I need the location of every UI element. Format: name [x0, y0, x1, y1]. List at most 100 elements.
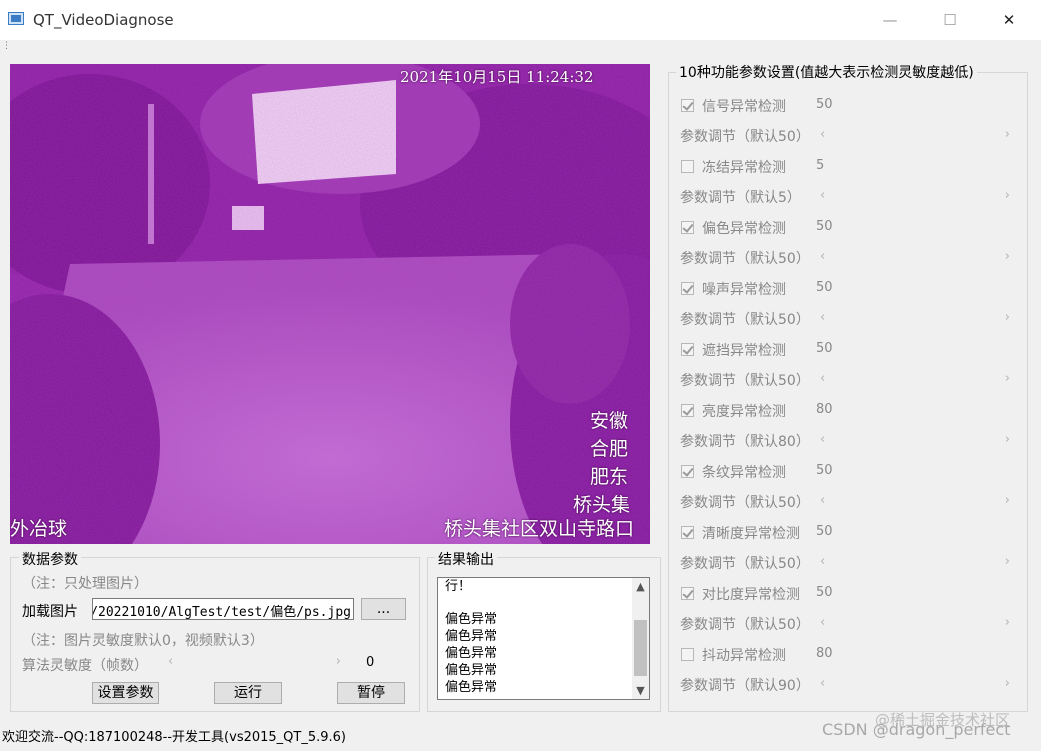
- app-icon: [8, 12, 24, 25]
- param-adjust-label: 参数调节（默认90）: [680, 678, 810, 694]
- setting-checkbox[interactable]: [681, 343, 694, 356]
- param-slider[interactable]: ‹ ›: [820, 675, 1012, 693]
- setting-label: 噪声异常检测: [702, 282, 786, 298]
- run-button[interactable]: 运行: [214, 682, 282, 704]
- slider-left-arrow-icon[interactable]: ‹: [820, 187, 825, 205]
- setting-checkbox[interactable]: [681, 282, 694, 295]
- param-adjust-label: 参数调节（默认50）: [680, 495, 810, 511]
- slider-left-arrow-icon[interactable]: ‹: [820, 309, 825, 327]
- slider-right-arrow-icon[interactable]: ›: [1005, 675, 1010, 693]
- slider-right-arrow-icon[interactable]: ›: [1005, 187, 1010, 205]
- scroll-thumb[interactable]: [634, 620, 647, 676]
- slider-right-arrow-icon[interactable]: ›: [1005, 614, 1010, 632]
- result-line: 偏色异常: [445, 680, 498, 695]
- settings-title: 10种功能参数设置(值越大表示检测灵敏度越低): [676, 62, 977, 82]
- scroll-down-icon[interactable]: ▼: [632, 682, 649, 699]
- image-path-input[interactable]: D:/work/20221010/AlgTest/test/偏色/ps.jpg: [92, 598, 354, 620]
- watermark-secondary: @稀土掘金技术社区: [875, 711, 1011, 729]
- slider-left-arrow-icon[interactable]: ‹: [820, 675, 825, 693]
- param-slider[interactable]: ‹ ›: [820, 370, 1012, 388]
- results-output[interactable]: 行！ 偏色异常 偏色异常 偏色异常 偏色异常 偏色异常 ▲ ▼: [437, 577, 650, 700]
- result-line: 偏色异常: [445, 646, 498, 661]
- setting-checkbox[interactable]: [681, 99, 694, 112]
- param-slider[interactable]: ‹ ›: [820, 248, 1012, 266]
- setting-value: 50: [816, 280, 833, 295]
- param-slider[interactable]: ‹ ›: [820, 431, 1012, 449]
- setting-label: 亮度异常检测: [702, 404, 786, 420]
- maximize-button[interactable]: ☐: [927, 6, 973, 34]
- slider-right-arrow-icon[interactable]: ›: [1005, 126, 1010, 144]
- slider-right-arrow-icon[interactable]: ›: [1005, 370, 1010, 388]
- setting-label: 对比度异常检测: [702, 587, 800, 603]
- param-adjust-label: 参数调节（默认50）: [680, 129, 810, 145]
- param-adjust-label: 参数调节（默认50）: [680, 312, 810, 328]
- slider-left-arrow-icon[interactable]: ‹: [820, 126, 825, 144]
- set-params-button[interactable]: 设置参数: [92, 682, 159, 704]
- pause-button[interactable]: 暂停: [337, 682, 405, 704]
- slider-left-arrow-icon[interactable]: ‹: [168, 653, 173, 671]
- setting-checkbox[interactable]: [681, 648, 694, 661]
- note-image-only: （注：只处理图片）: [22, 576, 148, 592]
- slider-right-arrow-icon[interactable]: ›: [1005, 553, 1010, 571]
- note-sensitivity: （注：图片灵敏度默认0，视频默认3）: [22, 633, 264, 649]
- slider-left-arrow-icon[interactable]: ‹: [820, 553, 825, 571]
- results-scrollbar[interactable]: ▲ ▼: [632, 578, 649, 699]
- setting-checkbox[interactable]: [681, 221, 694, 234]
- setting-label: 清晰度异常检测: [702, 526, 800, 542]
- scroll-up-icon[interactable]: ▲: [632, 578, 649, 595]
- slider-left-arrow-icon[interactable]: ‹: [820, 370, 825, 388]
- param-slider[interactable]: ‹ ›: [820, 553, 1012, 571]
- video-frame-image: [10, 64, 650, 544]
- setting-value: 50: [816, 463, 833, 478]
- setting-checkbox[interactable]: [681, 587, 694, 600]
- video-timestamp: 2021年10月15日 11:24:32: [400, 68, 594, 86]
- slider-left-arrow-icon[interactable]: ‹: [820, 614, 825, 632]
- result-line: 行！: [445, 579, 472, 594]
- setting-checkbox[interactable]: [681, 526, 694, 539]
- slider-right-arrow-icon[interactable]: ›: [1005, 492, 1010, 510]
- sensitivity-slider[interactable]: ‹ ›: [168, 653, 343, 671]
- video-display: 2021年10月15日 11:24:32 安徽 合肥 肥东 桥头集 外冶球 桥头…: [10, 64, 650, 544]
- param-adjust-label: 参数调节（默认50）: [680, 251, 810, 267]
- param-adjust-label: 参数调节（默认5）: [680, 190, 801, 206]
- param-slider[interactable]: ‹ ›: [820, 187, 1012, 205]
- data-params-title: 数据参数: [19, 549, 81, 569]
- load-image-label: 加载图片: [22, 604, 78, 620]
- window-title: QT_VideoDiagnose: [33, 11, 174, 29]
- slider-left-arrow-icon[interactable]: ‹: [820, 431, 825, 449]
- setting-label: 偏色异常检测: [702, 221, 786, 237]
- slider-left-arrow-icon[interactable]: ‹: [820, 248, 825, 266]
- toolbar-grip-icon[interactable]: ⋮: [2, 41, 11, 51]
- slider-right-arrow-icon[interactable]: ›: [1005, 309, 1010, 327]
- setting-label: 信号异常检测: [702, 99, 786, 115]
- browse-button[interactable]: ...: [361, 598, 406, 620]
- param-adjust-label: 参数调节（默认50）: [680, 556, 810, 572]
- setting-checkbox[interactable]: [681, 160, 694, 173]
- setting-checkbox[interactable]: [681, 404, 694, 417]
- param-slider[interactable]: ‹ ›: [820, 492, 1012, 510]
- param-slider[interactable]: ‹ ›: [820, 614, 1012, 632]
- setting-label: 冻结异常检测: [702, 160, 786, 176]
- minimize-button[interactable]: —: [867, 6, 913, 34]
- osd-region-line-1: 安徽: [590, 410, 629, 432]
- result-line: 偏色异常: [445, 612, 498, 627]
- slider-left-arrow-icon[interactable]: ‹: [820, 492, 825, 510]
- param-slider[interactable]: ‹ ›: [820, 126, 1012, 144]
- slider-right-arrow-icon[interactable]: ›: [336, 653, 341, 671]
- osd-region-line-4: 桥头集: [573, 494, 631, 516]
- param-adjust-label: 参数调节（默认80）: [680, 434, 810, 450]
- setting-value: 50: [816, 585, 833, 600]
- status-bar: 欢迎交流--QQ:187100248--开发工具(vs2015_QT_5.9.6…: [2, 730, 346, 745]
- setting-value: 80: [816, 402, 833, 417]
- slider-right-arrow-icon[interactable]: ›: [1005, 431, 1010, 449]
- slider-right-arrow-icon[interactable]: ›: [1005, 248, 1010, 266]
- osd-bottom-left: 外冶球: [10, 518, 68, 540]
- setting-value: 50: [816, 524, 833, 539]
- setting-checkbox[interactable]: [681, 465, 694, 478]
- param-slider[interactable]: ‹ ›: [820, 309, 1012, 327]
- param-adjust-label: 参数调节（默认50）: [680, 617, 810, 633]
- setting-label: 抖动异常检测: [702, 648, 786, 664]
- close-button[interactable]: ✕: [986, 6, 1032, 34]
- results-title: 结果输出: [435, 549, 497, 569]
- sensitivity-label: 算法灵敏度（帧数）: [22, 658, 148, 674]
